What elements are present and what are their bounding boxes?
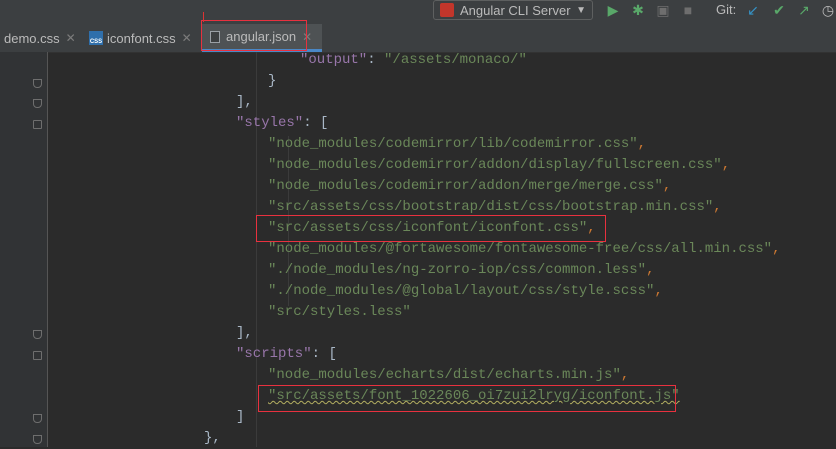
stop-icon[interactable]: ■	[680, 2, 696, 18]
code-line: "node_modules/codemirror/addon/merge/mer…	[268, 178, 672, 194]
editor-gutter	[0, 52, 48, 447]
angular-icon	[440, 3, 454, 17]
code-line: "./node_modules/ng-zorro-iop/css/common.…	[268, 262, 655, 278]
code-line: "node_modules/codemirror/lib/codemirror.…	[268, 136, 647, 152]
code-line: "node_modules/codemirror/addon/display/f…	[268, 157, 731, 173]
git-commit-icon[interactable]: ✔	[771, 2, 787, 18]
tab-iconfont-css[interactable]: CSS iconfont.css ✕	[89, 24, 192, 52]
code-line: },	[204, 430, 221, 446]
tab-angular-json[interactable]: angular.json ✕	[202, 24, 322, 52]
tab-demo-css[interactable]: demo.css ✕	[4, 24, 76, 52]
code-line: "node_modules/echarts/dist/echarts.min.j…	[268, 367, 630, 383]
json-file-icon	[208, 30, 222, 44]
run-icon[interactable]: ▶	[605, 2, 621, 18]
close-icon[interactable]: ✕	[302, 30, 312, 44]
main-toolbar: Angular CLI Server ▼ ▶ ✱ ▣ ■ Git: ↙ ✔ ↗ …	[0, 0, 836, 24]
code-editor[interactable]: "output": "/assets/monaco/" } ], "styles…	[48, 52, 836, 447]
code-line: "node_modules/@fortawesome/fontawesome-f…	[268, 241, 781, 257]
tab-label: demo.css	[4, 30, 60, 46]
fold-icon[interactable]	[33, 330, 42, 339]
code-line: ],	[236, 94, 253, 110]
indent-guide	[256, 52, 257, 447]
chevron-down-icon: ▼	[576, 4, 586, 16]
code-line: "src/assets/css/iconfont/iconfont.css",	[268, 220, 596, 236]
code-line: ]	[236, 409, 245, 425]
fold-icon[interactable]	[33, 120, 42, 129]
fold-icon[interactable]	[33, 435, 42, 444]
code-line: "./node_modules/@global/layout/css/style…	[268, 283, 663, 299]
git-history-icon[interactable]: ◷	[820, 2, 836, 18]
code-line: "src/assets/css/bootstrap/dist/css/boots…	[268, 199, 722, 215]
code-line: "output": "/assets/monaco/"	[300, 52, 527, 68]
tab-label: angular.json	[226, 29, 297, 44]
css-file-icon: CSS	[89, 31, 103, 45]
debug-icon[interactable]: ✱	[630, 2, 646, 18]
fold-icon[interactable]	[33, 99, 42, 108]
close-icon[interactable]: ✕	[66, 31, 76, 45]
code-line: "src/assets/font_1022606_oi7zui2lryg/ico…	[268, 388, 680, 404]
git-update-icon[interactable]: ↙	[745, 2, 761, 18]
run-configuration-label: Angular CLI Server	[460, 2, 571, 18]
code-line: "styles": [	[236, 115, 329, 131]
run-configuration-select[interactable]: Angular CLI Server ▼	[433, 0, 593, 20]
tab-label: iconfont.css	[107, 30, 176, 46]
close-icon[interactable]: ✕	[182, 31, 192, 45]
coverage-icon[interactable]: ▣	[655, 2, 671, 18]
code-line: "src/styles.less"	[268, 304, 411, 320]
git-label: Git:	[716, 2, 737, 17]
fold-icon[interactable]	[33, 414, 42, 423]
fold-icon[interactable]	[33, 351, 42, 360]
tab-drop-marker	[203, 12, 204, 22]
git-push-icon[interactable]: ↗	[796, 2, 812, 18]
code-line: "scripts": [	[236, 346, 337, 362]
code-line: ],	[236, 325, 253, 341]
editor-tabs: demo.css ✕ CSS iconfont.css ✕ angular.js…	[0, 20, 836, 53]
fold-icon[interactable]	[33, 79, 42, 88]
code-line: }	[268, 73, 277, 89]
